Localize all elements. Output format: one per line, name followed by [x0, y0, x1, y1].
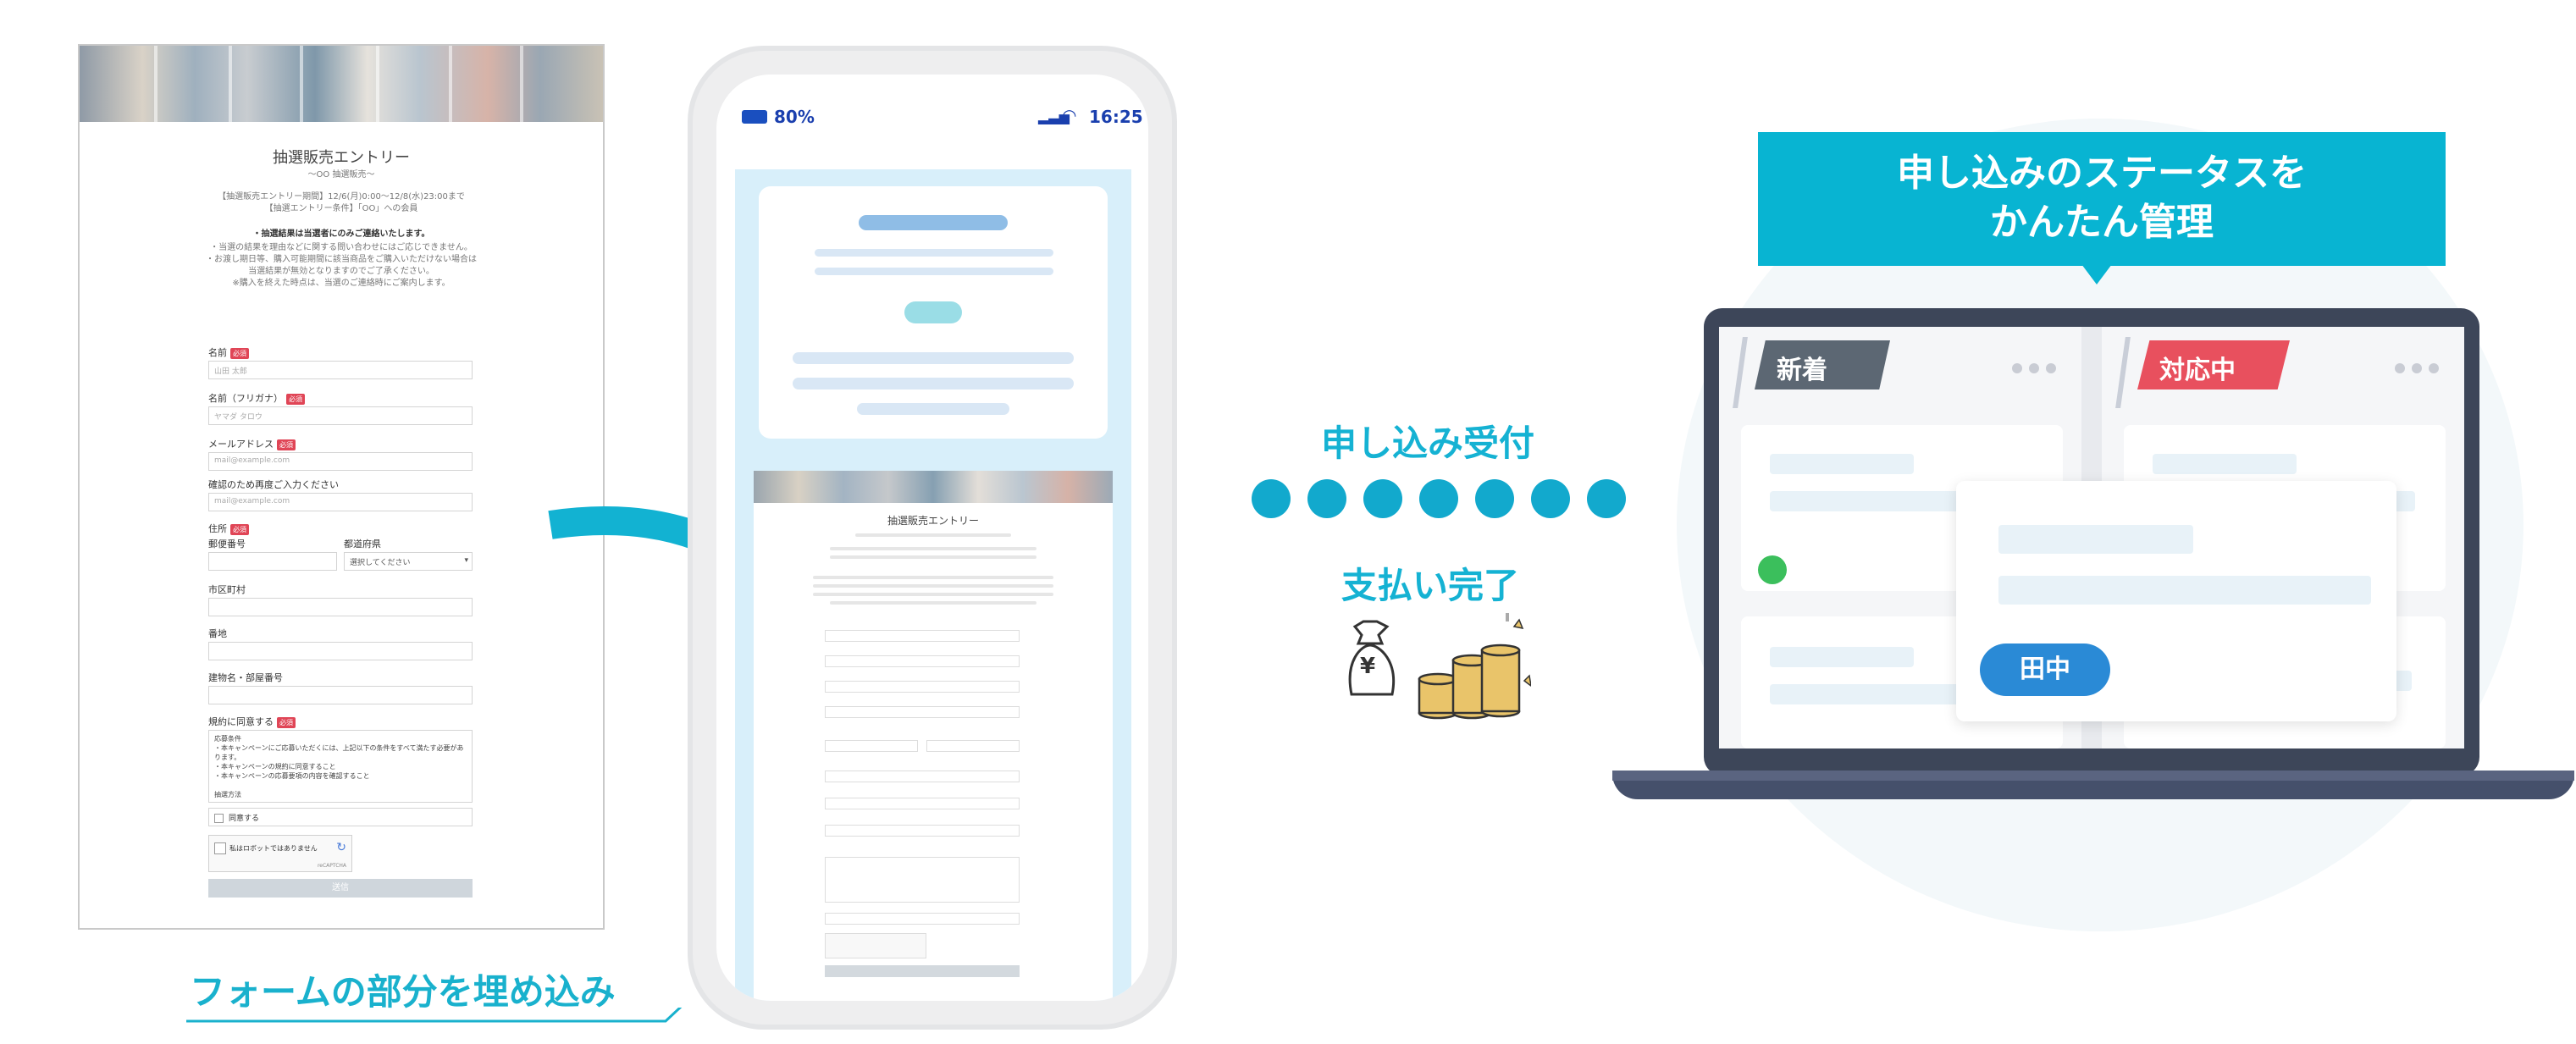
captcha-brand: reCAPTCHA [317, 863, 346, 869]
money-icon: ¥ [1345, 610, 1533, 720]
bubble-tail [2081, 264, 2112, 284]
address-label: 住所 必須 [208, 522, 249, 535]
status-bar: 80% ▂▃▅ ◠ 16:25 [716, 75, 1148, 168]
bubble-line-2: かんたん管理 [1990, 201, 2214, 244]
form-subtitle: 〜OO 抽選販売〜 [307, 170, 375, 180]
phone-form-title: 抽選販売エントリー [887, 515, 979, 527]
column-menu-icon[interactable] [2005, 357, 2056, 378]
battery-icon [742, 110, 767, 124]
flow-paid-label: 支払い完了 [1341, 565, 1520, 606]
flow-dots [1252, 479, 1626, 520]
street-input[interactable] [208, 642, 473, 660]
agree-checkbox[interactable] [214, 814, 224, 823]
clock: 16:25 [1089, 107, 1143, 127]
pref-label: 都道府県 [344, 539, 381, 550]
caption-underline [186, 1008, 683, 1023]
captcha-box[interactable]: 私はロボットではありません ↻ reCAPTCHA [208, 835, 352, 872]
city-label: 市区町村 [208, 584, 246, 595]
street-label: 番地 [208, 628, 227, 639]
name-input[interactable]: 山田 太郎 [208, 361, 473, 379]
website-preview: 抽選販売エントリー [735, 169, 1131, 1001]
email-input[interactable]: mail@example.com [208, 452, 473, 471]
assignee-badge[interactable]: 田中 [1980, 644, 2110, 696]
zip-label: 郵便番号 [208, 539, 246, 550]
wifi-icon: ◠ [1062, 105, 1077, 125]
submit-button[interactable]: 送信 [208, 879, 473, 898]
illustration: 抽選販売エントリー 〜OO 抽選販売〜 【抽選販売エントリー期間】12/6(月)… [0, 0, 2576, 1044]
smartphone: 80% ▂▃▅ ◠ 16:25 抽選販売エントリー [688, 46, 1177, 1030]
recaptcha-icon: ↻ [336, 841, 346, 854]
chevron-down-icon: ▾ [464, 556, 468, 565]
kana-input[interactable]: ヤマダ タロウ [208, 406, 473, 425]
building-input[interactable] [208, 686, 473, 704]
form-condition: 【抽選エントリー条件】「OO」への会員 [264, 204, 418, 213]
bubble-line-1: 申し込みのステータスを [1897, 152, 2307, 195]
yen-symbol: ¥ [1360, 654, 1376, 679]
terms-textarea[interactable]: 応募条件 ・本キャンペーンにご応募いただくには、上記以下の条件をすべて満たす必要が… [208, 730, 473, 803]
form-notice-line: 当選結果が無効となりますのでご了承ください。 [248, 267, 434, 276]
email-label: メールアドレス 必須 [208, 437, 296, 450]
tag-new[interactable]: 新着 [1755, 340, 1890, 389]
pref-select[interactable]: 選択してください ▾ [344, 552, 473, 571]
building-label: 建物名・部屋番号 [208, 672, 283, 683]
header-card [759, 186, 1108, 439]
form-notice-head: ・抽選結果は当選者にのみご連絡いたします。 [252, 229, 430, 239]
form-notice-line: ・当選の結果を理由などに関する問い合わせにはご応じできません。 [210, 243, 473, 252]
form-title: 抽選販売エントリー [273, 149, 410, 167]
zip-input[interactable] [208, 552, 337, 571]
terms-label: 規約に同意する 必須 [208, 715, 296, 728]
column-menu-icon[interactable] [2388, 357, 2439, 378]
form-page-mock: 抽選販売エントリー 〜OO 抽選販売〜 【抽選販売エントリー期間】12/6(月)… [78, 44, 605, 930]
laptop-base [1612, 771, 2574, 799]
flow-received-label: 申し込み受付 [1321, 423, 1535, 464]
email-confirm-input[interactable]: mail@example.com [208, 493, 473, 511]
city-input[interactable] [208, 598, 473, 616]
captcha-checkbox[interactable] [214, 842, 226, 854]
status-bubble: 申し込みのステータスを かんたん管理 [1758, 132, 2446, 284]
agree-checkbox-row[interactable]: 同意する [208, 808, 473, 826]
phone-form: 抽選販売エントリー [754, 503, 1113, 1001]
email-confirm-label: 確認のため再度ご入力ください [208, 479, 339, 490]
form-notice-line: ・お渡し期日等、購入可能期間に該当商品をご購入いただけない場合は [206, 255, 477, 264]
status-dot [1758, 555, 1787, 584]
form-notice-line: ※購入を終えた時点は、当選のご連絡時にご案内します。 [232, 279, 451, 288]
name-label: 名前 必須 [208, 345, 249, 359]
battery-level: 80% [774, 107, 815, 127]
kana-label: 名前（フリガナ） 必須 [208, 391, 305, 405]
form-period: 【抽選販売エントリー期間】12/6(月)0:00〜12/8(水)23:00まで [218, 192, 465, 202]
hero-photo [80, 46, 603, 122]
phone-screen: 80% ▂▃▅ ◠ 16:25 抽選販売エントリー [716, 75, 1148, 1001]
tag-in-progress[interactable]: 対応中 [2137, 340, 2290, 389]
